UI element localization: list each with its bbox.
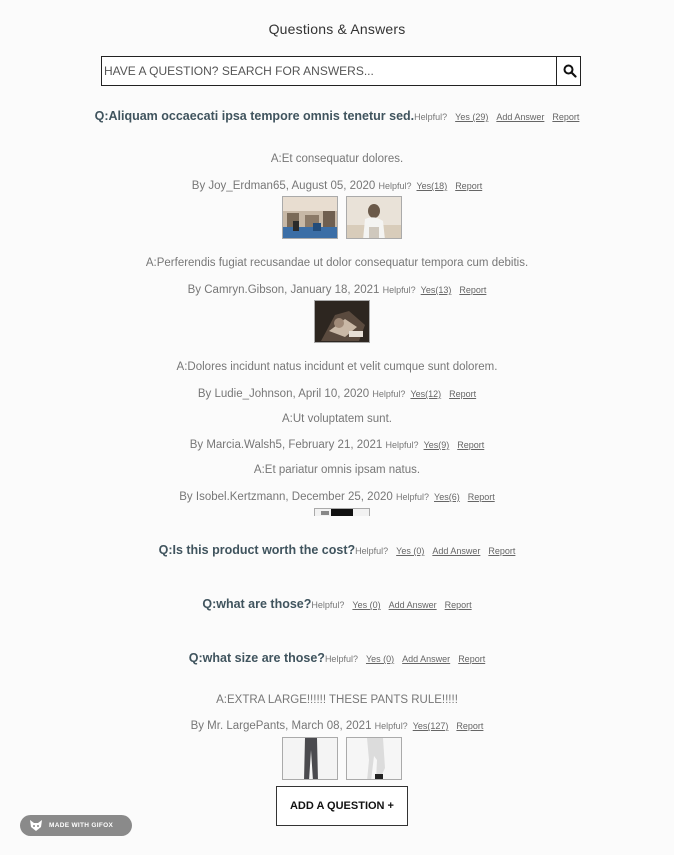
search-input[interactable] xyxy=(104,57,554,85)
helpful-yes-link[interactable]: Yes(13) xyxy=(421,285,452,295)
answer-meta: By Mr. LargePants, March 08, 2021 Helpfu… xyxy=(0,720,674,732)
answer-photo-thumbnail[interactable] xyxy=(346,737,402,780)
answer-photo-thumbnail[interactable] xyxy=(314,300,370,343)
answer-author: By Marcia.Walsh5, February 21, 2021 xyxy=(189,439,383,451)
helpful-yes-link[interactable]: Yes(9) xyxy=(424,440,450,450)
question-row: Q:what size are those?Helpful? Yes (0) Add… xyxy=(0,649,674,667)
answer-meta: By Camryn.Gibson, January 18, 2021 Helpf… xyxy=(0,284,674,296)
answer-body: A:Dolores incidunt natus incidunt et vel… xyxy=(176,361,498,373)
report-link[interactable]: Report xyxy=(459,285,486,295)
question-text: Q:what size are those? xyxy=(188,651,325,665)
report-link[interactable]: Report xyxy=(552,112,579,122)
answer-body: A:Perferendis fugiat recusandae ut dolor… xyxy=(145,257,529,269)
answer-author: By Ludie_Johnson, April 10, 2020 xyxy=(197,388,370,400)
helpful-label: Helpful? xyxy=(385,440,419,450)
answer-author: By Camryn.Gibson, January 18, 2021 xyxy=(187,284,380,296)
report-link[interactable]: Report xyxy=(456,721,483,731)
search-bar xyxy=(101,56,581,86)
helpful-label: Helpful? xyxy=(311,600,345,610)
add-answer-link[interactable]: Add Answer xyxy=(496,112,544,122)
add-answer-link[interactable]: Add Answer xyxy=(402,654,450,664)
helpful-yes-link[interactable]: Yes(18) xyxy=(417,181,448,191)
answer-body: A:EXTRA LARGE!!!!!! THESE PANTS RULE!!!!… xyxy=(216,694,458,706)
page-title: Questions & Answers xyxy=(268,21,406,37)
helpful-yes-link[interactable]: Yes (0) xyxy=(366,654,394,664)
add-question-button[interactable]: ADD A QUESTION + xyxy=(276,786,408,826)
answer-meta: By Ludie_Johnson, April 10, 2020 Helpful… xyxy=(0,388,674,400)
question-text: Q:Aliquam occaecati ipsa tempore omnis t… xyxy=(94,109,415,123)
gifox-badge: MADE WITH GIFOX xyxy=(20,815,132,836)
helpful-yes-link[interactable]: Yes (0) xyxy=(352,600,380,610)
report-link[interactable]: Report xyxy=(468,492,495,502)
helpful-label: Helpful? xyxy=(372,389,406,399)
helpful-label: Helpful? xyxy=(395,492,430,502)
report-link[interactable]: Report xyxy=(449,389,476,399)
helpful-yes-link[interactable]: Yes(127) xyxy=(413,721,449,731)
answer-photo-thumbnail[interactable] xyxy=(282,196,338,239)
answer-photo-thumbnail[interactable] xyxy=(346,196,402,239)
answer-author: By Isobel.Kertzmann, December 25, 2020 xyxy=(179,491,393,503)
helpful-label: Helpful? xyxy=(378,181,412,191)
answer-meta: By Marcia.Walsh5, February 21, 2021 Help… xyxy=(0,439,674,451)
report-link[interactable]: Report xyxy=(458,654,485,664)
report-link[interactable]: Report xyxy=(457,440,484,450)
report-link[interactable]: Report xyxy=(488,546,515,556)
question-row: Q:what are those?Helpful? Yes (0) Add Answ… xyxy=(0,595,674,613)
report-link[interactable]: Report xyxy=(445,600,472,610)
gifox-badge-label: MADE WITH GIFOX xyxy=(49,822,114,829)
answer-body: A:Et pariatur omnis ipsam natus. xyxy=(253,464,421,476)
answer-author: By Joy_Erdman65, August 05, 2020 xyxy=(191,180,376,192)
helpful-label: Helpful? xyxy=(414,112,448,122)
search-divider xyxy=(556,57,557,85)
answer-photo-thumbnail[interactable] xyxy=(314,508,370,516)
search-icon[interactable] xyxy=(563,64,577,78)
helpful-yes-link[interactable]: Yes(12) xyxy=(410,389,441,399)
answer-body: A:Ut voluptatem sunt. xyxy=(282,413,392,425)
add-answer-link[interactable]: Add Answer xyxy=(432,546,480,556)
report-link[interactable]: Report xyxy=(455,181,482,191)
fox-icon xyxy=(30,820,42,831)
answer-photo-thumbnail[interactable] xyxy=(282,737,338,780)
helpful-yes-link[interactable]: Yes (29) xyxy=(455,112,488,122)
question-row: Q:Is this product worth the cost?Helpful… xyxy=(0,541,674,559)
helpful-label: Helpful? xyxy=(324,654,358,664)
question-text: Q:what are those? xyxy=(202,597,312,611)
question-row: Q:Aliquam occaecati ipsa tempore omnis t… xyxy=(0,107,674,125)
answer-meta: By Isobel.Kertzmann, December 25, 2020 H… xyxy=(0,491,674,503)
question-text: Q:Is this product worth the cost? xyxy=(158,543,356,557)
answer-author: By Mr. LargePants, March 08, 2021 xyxy=(190,720,372,732)
helpful-label: Helpful? xyxy=(374,721,408,731)
helpful-label: Helpful? xyxy=(382,285,416,295)
answer-meta: By Joy_Erdman65, August 05, 2020 Helpful… xyxy=(0,180,674,192)
helpful-yes-link[interactable]: Yes(6) xyxy=(434,492,460,502)
helpful-yes-link[interactable]: Yes (0) xyxy=(396,546,424,556)
add-answer-link[interactable]: Add Answer xyxy=(389,600,437,610)
helpful-label: Helpful? xyxy=(355,546,389,556)
answer-body: A:Et consequatur dolores. xyxy=(270,153,404,165)
